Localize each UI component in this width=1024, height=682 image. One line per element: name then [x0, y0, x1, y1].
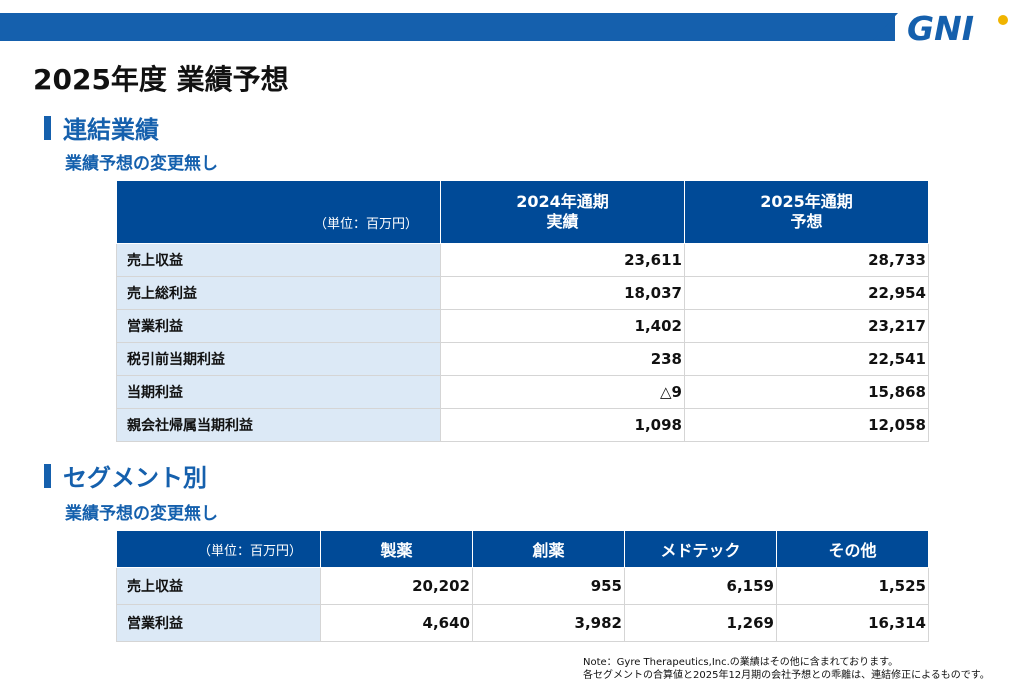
col-header-drug-discovery: 創薬	[472, 530, 625, 568]
value-2025: 28,733	[684, 243, 929, 277]
page-title: 2025年度 業績予想	[33, 63, 289, 96]
value-2024: △9	[440, 375, 685, 409]
row-label: 売上収益	[116, 567, 321, 605]
row-label: 親会社帰属当期利益	[116, 408, 441, 442]
value-2024: 1,402	[440, 309, 685, 343]
consolidated-subtitle: 業績予想の変更無し	[65, 154, 218, 174]
footnote: Note：Gyre Therapeutics,Inc.の業績はその他に含まれてお…	[583, 656, 990, 682]
row-label: 営業利益	[116, 604, 321, 642]
gni-logo-icon: GNI	[907, 9, 1008, 48]
value-2025: 15,868	[684, 375, 929, 409]
segment-value: 1,525	[776, 567, 929, 605]
segment-value: 16,314	[776, 604, 929, 642]
section-title-consolidated: 連結業績	[44, 110, 159, 145]
segment-value: 20,202	[320, 567, 473, 605]
unit-label: （単位：百万円）	[116, 530, 321, 568]
row-label: 売上総利益	[116, 276, 441, 310]
footnote-line: 各セグメントの合算値と2025年12月期の会社予想との乖離は、連結修正によるもの…	[583, 670, 990, 681]
col-header-2025: 2025年通期 予想	[684, 180, 929, 244]
table-row: 当期利益 △9 15,868	[116, 375, 929, 409]
col-header-pharma: 製薬	[320, 530, 473, 568]
segment-value: 3,982	[472, 604, 625, 642]
table-row: 営業利益 1,402 23,217	[116, 309, 929, 343]
col-header-2024: 2024年通期 実績	[440, 180, 685, 244]
segment-subtitle: 業績予想の変更無し	[65, 504, 218, 524]
row-label: 当期利益	[116, 375, 441, 409]
unit-label: （単位：百万円）	[116, 180, 441, 244]
value-2024: 1,098	[440, 408, 685, 442]
section-marker	[44, 463, 51, 488]
section-marker	[44, 115, 51, 140]
footnote-line: Note：Gyre Therapeutics,Inc.の業績はその他に含まれてお…	[583, 657, 899, 668]
logo-text: GNI	[907, 9, 974, 48]
col-header-other: その他	[776, 530, 929, 568]
row-label: 税引前当期利益	[116, 342, 441, 376]
table-row: 売上収益 23,611 28,733	[116, 243, 929, 277]
col-header-medtech: メドテック	[624, 530, 777, 568]
table-row: 売上総利益 18,037 22,954	[116, 276, 929, 310]
value-2025: 23,217	[684, 309, 929, 343]
section-title-text: 連結業績	[63, 116, 159, 144]
value-2025: 22,954	[684, 276, 929, 310]
table-row: 営業利益 4,640 3,982 1,269 16,314	[116, 604, 929, 642]
header-bar-tip	[872, 13, 898, 41]
value-2024: 18,037	[440, 276, 685, 310]
table-row: 親会社帰属当期利益 1,098 12,058	[116, 408, 929, 442]
segment-value: 1,269	[624, 604, 777, 642]
segment-table: （単位：百万円） 製薬 創薬 メドテック その他 売上収益 20,202 955…	[116, 530, 929, 642]
value-2024: 23,611	[440, 243, 685, 277]
header-bar	[0, 13, 895, 41]
segment-value: 955	[472, 567, 625, 605]
table-row: 税引前当期利益 238 22,541	[116, 342, 929, 376]
row-label: 売上収益	[116, 243, 441, 277]
row-label: 営業利益	[116, 309, 441, 343]
table-row: 売上収益 20,202 955 6,159 1,525	[116, 567, 929, 605]
value-2025: 22,541	[684, 342, 929, 376]
consolidated-table: （単位：百万円） 2024年通期 実績 2025年通期 予想 売上収益 23,6…	[116, 180, 929, 442]
value-2025: 12,058	[684, 408, 929, 442]
value-2024: 238	[440, 342, 685, 376]
segment-value: 4,640	[320, 604, 473, 642]
section-title-segment: セグメント別	[44, 458, 207, 493]
section-title-text: セグメント別	[63, 464, 207, 492]
segment-value: 6,159	[624, 567, 777, 605]
